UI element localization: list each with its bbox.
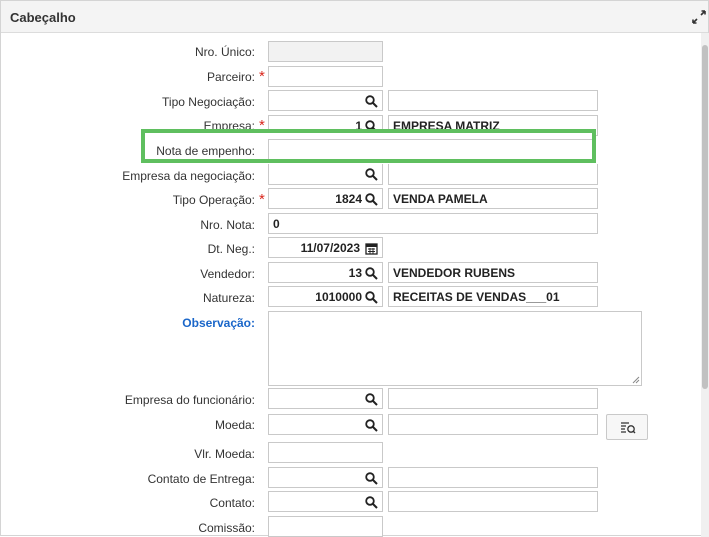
empresa-negociacao-desc [388,164,598,185]
nro-nota-input[interactable]: 0 [268,213,598,234]
tipo-negociacao-desc [388,90,598,111]
empresa-funcionario-desc [388,388,598,409]
vendedor-desc: VENDEDOR RUBENS [388,262,598,283]
list-search-icon [621,422,636,434]
observacao-label[interactable]: Observação: [1,316,255,330]
panel-title: Cabeçalho [10,10,76,25]
nro-nota-label: Nro. Nota: [200,218,255,232]
parceiro-input[interactable] [268,66,383,87]
currency-quote-button[interactable] [606,414,648,440]
scrollbar-thumb[interactable] [702,45,708,389]
contato-input[interactable] [268,491,383,512]
search-icon[interactable] [365,267,378,280]
contato-desc [388,491,598,512]
nro-nota-value: 0 [273,217,280,231]
search-icon[interactable] [365,168,378,181]
moeda-input[interactable] [268,414,383,435]
tipo-operacao-input[interactable]: 1824 [268,188,383,209]
expand-icon[interactable] [692,10,706,24]
vendedor-label: Vendedor: [200,267,255,281]
search-icon[interactable] [365,419,378,432]
search-icon[interactable] [365,393,378,406]
moeda-desc [388,414,598,435]
natureza-code: 1010000 [315,290,362,304]
vendedor-code: 13 [348,266,362,280]
search-icon[interactable] [365,496,378,509]
dt-neg-value: 11/07/2023 [300,241,360,255]
calendar-icon[interactable] [365,242,378,255]
tipo-negociacao-label: Tipo Negociação: [162,95,255,109]
tipo-operacao-label: Tipo Operação: [172,193,255,207]
contato-label: Contato: [209,496,255,510]
dt-neg-label: Dt. Neg.: [207,242,255,256]
contato-entrega-desc [388,467,598,488]
empresa-funcionario-label: Empresa do funcionário: [124,393,255,407]
tipo-negociacao-input[interactable] [268,90,383,111]
highlight-box [141,129,596,163]
search-icon[interactable] [365,472,378,485]
tipo-operacao-desc: VENDA PAMELA [388,188,598,209]
parceiro-required-mark: * [259,68,265,85]
vlr-moeda-input[interactable] [268,442,383,463]
cabecalho-panel: Cabeçalho Nro. Único: Parceiro: * Tipo N… [0,0,709,537]
observacao-textarea[interactable] [268,311,642,386]
nro-unico-field [268,41,383,62]
natureza-desc: RECEITAS DE VENDAS___01 [388,286,598,307]
tipo-operacao-required-mark: * [259,191,265,208]
resize-grip-icon[interactable] [631,375,640,384]
natureza-input[interactable]: 1010000 [268,286,383,307]
contato-entrega-input[interactable] [268,467,383,488]
empresa-negociacao-input[interactable] [268,164,383,185]
empresa-negociacao-label: Empresa da negociação: [122,169,255,183]
search-icon[interactable] [365,95,378,108]
moeda-label: Moeda: [214,418,255,432]
dt-neg-input[interactable]: 11/07/2023 [268,237,383,258]
vendedor-name: VENDEDOR RUBENS [393,266,516,280]
search-icon[interactable] [365,291,378,304]
tipo-operacao-code: 1824 [335,192,362,206]
nro-unico-label: Nro. Único: [194,45,255,59]
comissao-input[interactable] [268,516,383,537]
panel-header: Cabeçalho [1,1,708,33]
natureza-label: Natureza: [202,291,255,305]
natureza-name: RECEITAS DE VENDAS___01 [393,290,560,304]
parceiro-label: Parceiro: [206,70,255,84]
vendedor-input[interactable]: 13 [268,262,383,283]
vlr-moeda-label: Vlr. Moeda: [194,447,255,461]
comissao-label: Comissão: [198,521,255,535]
empresa-funcionario-input[interactable] [268,388,383,409]
contato-entrega-label: Contato de Entrega: [147,472,255,486]
search-icon[interactable] [365,193,378,206]
tipo-operacao-name: VENDA PAMELA [393,192,488,206]
